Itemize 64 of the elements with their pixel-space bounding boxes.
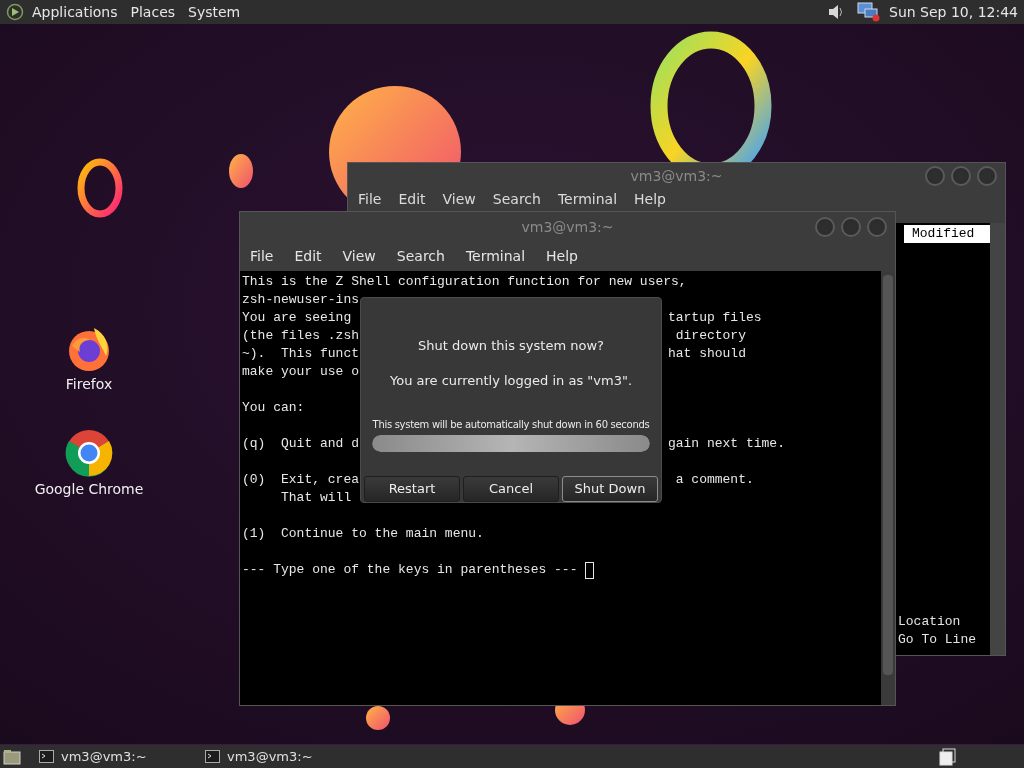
taskbar-task[interactable]: vm3@vm3:~ — [203, 746, 369, 767]
menu-item[interactable]: Terminal — [465, 246, 526, 267]
window-control-icon[interactable] — [867, 217, 887, 237]
terminal-line: hat should — [667, 345, 746, 363]
scrollbar[interactable] — [881, 271, 895, 705]
shortcut-label: Go To Line — [898, 631, 977, 649]
menu-item[interactable]: Help — [634, 191, 666, 208]
menu-item[interactable]: File — [250, 246, 274, 267]
terminal-line: That will — [280, 489, 352, 507]
terminal-line: zsh-newuser-ins — [242, 291, 360, 309]
dialog-button[interactable]: Cancel — [463, 476, 559, 502]
terminal-line: make your use o — [242, 363, 360, 381]
menu-item[interactable]: Edit — [398, 191, 426, 208]
editor-header: Modified — [904, 225, 990, 243]
scrollbar[interactable] — [990, 223, 1005, 655]
window-control-icon[interactable] — [951, 166, 971, 186]
volume-icon[interactable] — [827, 3, 845, 21]
menu-logo-icon[interactable] — [6, 3, 24, 21]
countdown-text: This system will be automatically shut down in 60 seconds — [372, 418, 650, 432]
window-control-icon[interactable] — [841, 217, 861, 237]
fox-globe-icon — [66, 326, 112, 372]
menu-item[interactable]: View — [442, 191, 476, 208]
terminal-line: gain next time. — [667, 435, 785, 453]
window-control-icon[interactable] — [977, 166, 997, 186]
window-control-icon[interactable] — [925, 166, 945, 186]
menu-item[interactable]: File — [358, 191, 382, 208]
dialog-button[interactable]: Restart — [364, 476, 460, 502]
terminal-line: tartup files — [667, 309, 762, 327]
dialog-message: You are currently logged in as "vm3". — [389, 371, 633, 390]
terminal-line: a comment. — [674, 471, 754, 489]
network-icon[interactable] — [857, 2, 881, 22]
window-control-icon[interactable] — [815, 217, 835, 237]
window-title: vm3@vm3:~ — [630, 166, 723, 186]
terminal-line: This is the Z Shell configuration function for new users, — [242, 273, 687, 291]
dialog-title: Shut down this system now? — [418, 337, 604, 355]
workspace-icon[interactable] — [939, 747, 957, 766]
text-cursor — [585, 561, 595, 579]
terminal-line: (0) Exit, crea — [242, 471, 360, 489]
terminal-line: (the files .zsh — [242, 327, 360, 345]
terminal-line: You can: — [242, 399, 305, 417]
chrome-icon — [65, 429, 113, 477]
scrollbar-thumb[interactable] — [883, 275, 893, 675]
clock[interactable]: Sun Sep 10, 12:44 — [889, 1, 1018, 23]
menu-item[interactable]: Search — [396, 246, 445, 267]
shortcut-label: Location — [898, 613, 962, 631]
terminal-line: You are seeing — [242, 309, 353, 327]
terminal-line: directory — [674, 327, 746, 345]
menu-item[interactable]: Terminal — [557, 191, 618, 208]
terminal-line: --- Type one of the keys in parentheses --- — [242, 561, 579, 579]
terminal-icon — [39, 750, 54, 763]
menu-item[interactable]: Search — [492, 191, 541, 208]
taskbar-task[interactable]: vm3@vm3:~ — [37, 746, 203, 767]
menu-item[interactable]: View — [342, 246, 376, 267]
menu-item[interactable]: Help — [546, 246, 578, 267]
terminal-line: (1) Continue to the main menu. — [242, 525, 484, 543]
dialog-button[interactable]: Shut Down — [562, 476, 658, 502]
terminal-icon — [205, 750, 220, 763]
panel-menu[interactable]: System — [188, 1, 241, 23]
terminal-line: ~). This funct — [242, 345, 360, 363]
window-title: vm3@vm3:~ — [521, 217, 614, 237]
panel-menu[interactable]: Places — [130, 1, 176, 23]
panel-menu[interactable]: Applications — [32, 1, 118, 23]
terminal-line: (q) Quit and d — [242, 435, 360, 453]
menu-item[interactable]: Edit — [294, 246, 322, 267]
